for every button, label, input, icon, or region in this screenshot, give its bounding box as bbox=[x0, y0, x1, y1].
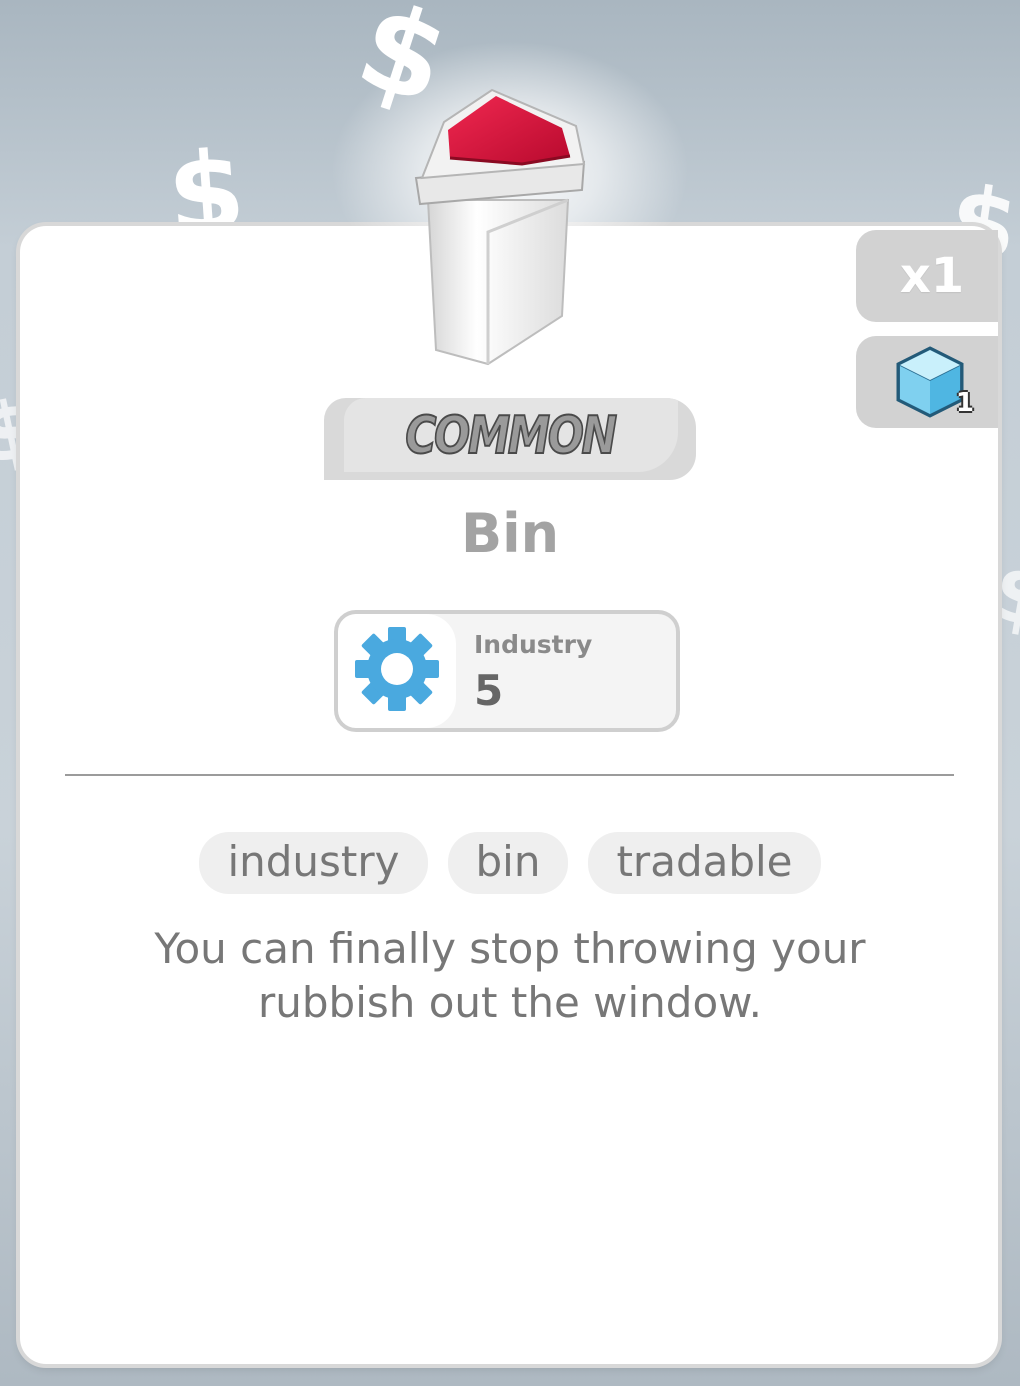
item-name: Bin bbox=[460, 502, 560, 565]
stat-label: Industry bbox=[474, 630, 593, 659]
quantity-label: x1 bbox=[899, 248, 965, 304]
tag-bin: bin bbox=[447, 832, 569, 894]
stat-box: Industry 5 bbox=[334, 610, 680, 732]
cube-count: 1 bbox=[955, 388, 974, 418]
tag-list: industry bin tradable bbox=[0, 832, 1020, 894]
item-description: You can finally stop throwing your rubbi… bbox=[154, 924, 866, 1027]
cube-badge: 1 bbox=[856, 336, 998, 428]
bin-item-image bbox=[400, 82, 600, 372]
quantity-badge: x1 bbox=[856, 230, 998, 322]
tag-tradable: tradable bbox=[588, 832, 821, 894]
stat-value: 5 bbox=[474, 666, 504, 715]
item-card bbox=[20, 226, 998, 1364]
rarity-label: COMMON bbox=[404, 405, 618, 467]
gear-icon bbox=[353, 625, 441, 717]
divider bbox=[65, 774, 954, 776]
tag-industry: industry bbox=[199, 832, 428, 894]
rarity-banner: COMMON bbox=[324, 398, 696, 480]
